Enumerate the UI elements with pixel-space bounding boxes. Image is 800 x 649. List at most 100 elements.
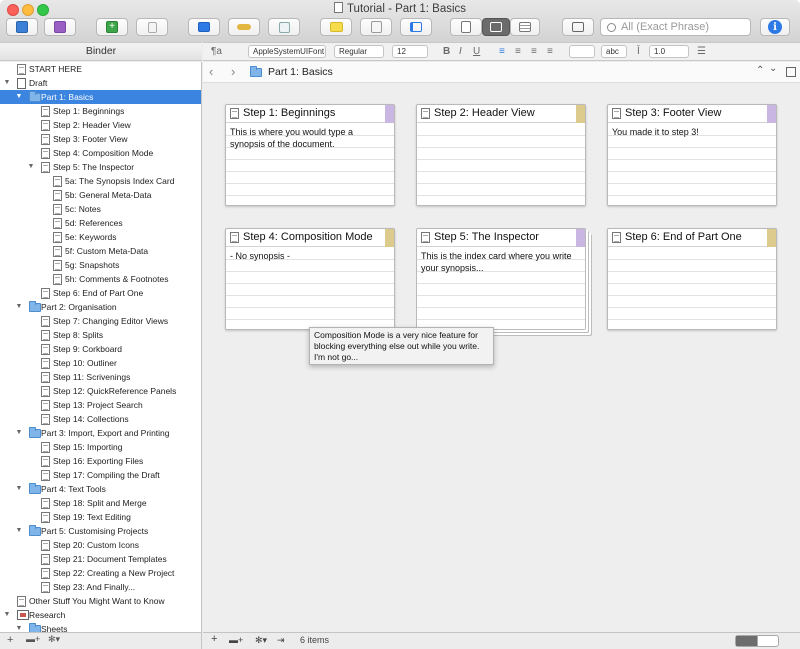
disclosure-triangle-icon[interactable]: ▼ [15, 524, 23, 538]
binder-item[interactable]: Step 18: Split and Merge [0, 496, 201, 510]
binder-item[interactable]: 5h: Comments & Footnotes [0, 272, 201, 286]
align-center-icon[interactable]: ≡ [515, 46, 521, 57]
binder-item[interactable]: Step 9: Corkboard [0, 342, 201, 356]
binder-item[interactable]: Step 10: Outliner [0, 356, 201, 370]
binder-item[interactable]: Step 7: Changing Editor Views [0, 314, 201, 328]
footer-settings-button[interactable]: ✻▾ [255, 635, 267, 646]
keywords-button[interactable] [228, 18, 260, 36]
binder-item[interactable]: 5b: General Meta-Data [0, 188, 201, 202]
add-card-button[interactable]: + [211, 633, 217, 645]
italic-button[interactable]: I [459, 46, 462, 57]
search-field[interactable]: All (Exact Phrase) [600, 18, 751, 36]
index-card[interactable]: Step 4: Composition Mode - No synopsis - [225, 228, 395, 330]
disclosure-triangle-icon[interactable]: ▼ [27, 160, 35, 174]
index-card[interactable]: Step 6: End of Part One [607, 228, 777, 330]
card-synopsis[interactable]: This is the index card where you write y… [417, 248, 585, 329]
binder-item[interactable]: ▼ Part 4: Text Tools [0, 482, 201, 496]
compile-button[interactable] [400, 18, 432, 36]
card-synopsis[interactable]: - No synopsis - [226, 248, 394, 329]
binder-item[interactable]: Step 2: Header View [0, 118, 201, 132]
index-card[interactable]: Step 3: Footer View You made it to step 3… [607, 104, 777, 206]
previous-document-icon[interactable]: ⌃ [756, 65, 764, 76]
forward-arrow-icon[interactable]: › [231, 64, 235, 79]
underline-button[interactable]: U [473, 46, 480, 57]
binder-settings-button[interactable]: ✻▾ [48, 634, 60, 645]
snapshot-button[interactable] [360, 18, 392, 36]
index-card[interactable]: Step 1: Beginnings This is where you woul… [225, 104, 395, 206]
card-title[interactable]: Step 1: Beginnings [243, 107, 335, 119]
binder-item[interactable]: Step 4: Composition Mode [0, 146, 201, 160]
binder-item[interactable]: ▼ Part 1: Basics [0, 90, 201, 104]
editor-breadcrumb[interactable]: Part 1: Basics [268, 66, 333, 78]
disclosure-triangle-icon[interactable]: ▼ [15, 426, 23, 440]
binder-item[interactable]: Step 23: And Finally... [0, 580, 201, 594]
binder-item[interactable]: 5a: The Synopsis Index Card [0, 174, 201, 188]
binder-item[interactable]: Step 19: Text Editing [0, 510, 201, 524]
binder-item[interactable]: 5c: Notes [0, 202, 201, 216]
binder-item[interactable]: ▼ Step 5: The Inspector [0, 160, 201, 174]
binder-item[interactable]: Step 17: Compiling the Draft [0, 468, 201, 482]
card-synopsis[interactable] [608, 248, 776, 329]
grid-layout-icon[interactable] [736, 636, 758, 646]
card-title[interactable]: Step 6: End of Part One [625, 231, 742, 243]
add-document-button[interactable]: + [96, 18, 128, 36]
disclosure-triangle-icon[interactable]: ▼ [15, 482, 23, 496]
freeform-layout-icon[interactable] [758, 636, 779, 646]
binder-item[interactable]: Step 12: QuickReference Panels [0, 384, 201, 398]
card-title[interactable]: Step 2: Header View [434, 107, 535, 119]
binder-item[interactable]: ▼ Part 3: Import, Export and Printing [0, 426, 201, 440]
disclosure-triangle-icon[interactable]: ▼ [3, 608, 11, 622]
binder-toggle-button[interactable] [6, 18, 38, 36]
binder-add-folder-button[interactable]: ▬+ [26, 634, 40, 644]
font-family-select[interactable]: AppleSystemUIFont [248, 45, 326, 58]
align-justify-icon[interactable]: ≡ [547, 46, 553, 57]
card-synopsis[interactable] [417, 124, 585, 205]
index-card[interactable]: Step 5: The Inspector This is the index c… [416, 228, 586, 330]
binder-item[interactable]: Step 21: Document Templates [0, 552, 201, 566]
card-synopsis[interactable]: You made it to step 3! [608, 124, 776, 205]
font-size-field[interactable]: 12 [392, 45, 428, 58]
comment-button[interactable] [320, 18, 352, 36]
card-title[interactable]: Step 4: Composition Mode [243, 231, 373, 243]
binder-item[interactable]: ▼ Part 5: Customising Projects [0, 524, 201, 538]
binder-item[interactable]: Step 15: Importing [0, 440, 201, 454]
corkboard-view-button[interactable] [482, 18, 510, 36]
binder-item[interactable]: Step 16: Exporting Files [0, 454, 201, 468]
binder-add-button[interactable]: + [7, 634, 13, 646]
disclosure-triangle-icon[interactable]: ▼ [15, 90, 23, 104]
composition-mode-button[interactable] [188, 18, 220, 36]
next-document-icon[interactable]: ⌄ [769, 63, 777, 74]
highlight-color-select[interactable]: abc [601, 45, 627, 58]
binder-item[interactable]: Step 8: Splits [0, 328, 201, 342]
disclosure-triangle-icon[interactable]: ▼ [3, 76, 11, 90]
text-color-swatch[interactable] [569, 45, 595, 58]
binder-item[interactable]: Step 22: Creating a New Project [0, 566, 201, 580]
scrivenings-view-button[interactable] [450, 18, 482, 36]
align-left-icon[interactable]: ≡ [499, 46, 505, 57]
binder-item[interactable]: Step 20: Custom Icons [0, 538, 201, 552]
disclosure-triangle-icon[interactable]: ▼ [15, 300, 23, 314]
trash-button[interactable] [136, 18, 168, 36]
binder-item[interactable]: 5g: Snapshots [0, 258, 201, 272]
card-title[interactable]: Step 5: The Inspector [434, 231, 539, 243]
inspector-button[interactable]: i [760, 18, 790, 36]
binder-item[interactable]: START HERE [0, 62, 201, 76]
binder-item[interactable]: Step 13: Project Search [0, 398, 201, 412]
corkboard-layout-toggle[interactable] [735, 635, 779, 647]
back-arrow-icon[interactable]: ‹ [209, 64, 213, 79]
card-title[interactable]: Step 3: Footer View [625, 107, 721, 119]
binder-item[interactable]: Step 1: Beginnings [0, 104, 201, 118]
add-folder-card-button[interactable]: ▬+ [229, 635, 243, 645]
binder-item[interactable]: ▼ Sheets [0, 622, 201, 632]
disclosure-triangle-icon[interactable]: ▼ [15, 622, 23, 632]
binder-item[interactable]: Other Stuff You Might Want to Know [0, 594, 201, 608]
binder-item[interactable]: ▼ Part 2: Organisation [0, 300, 201, 314]
split-editor-icon[interactable] [786, 67, 796, 77]
binder-item[interactable]: Step 11: Scrivenings [0, 370, 201, 384]
list-bullets-icon[interactable]: ☰ [697, 46, 706, 57]
paragraph-style-menu[interactable]: ¶a [211, 46, 222, 57]
binder-item[interactable]: Step 14: Collections [0, 412, 201, 426]
binder-item[interactable]: 5e: Keywords [0, 230, 201, 244]
binder-item[interactable]: 5f: Custom Meta-Data [0, 244, 201, 258]
font-weight-select[interactable]: Regular [334, 45, 384, 58]
